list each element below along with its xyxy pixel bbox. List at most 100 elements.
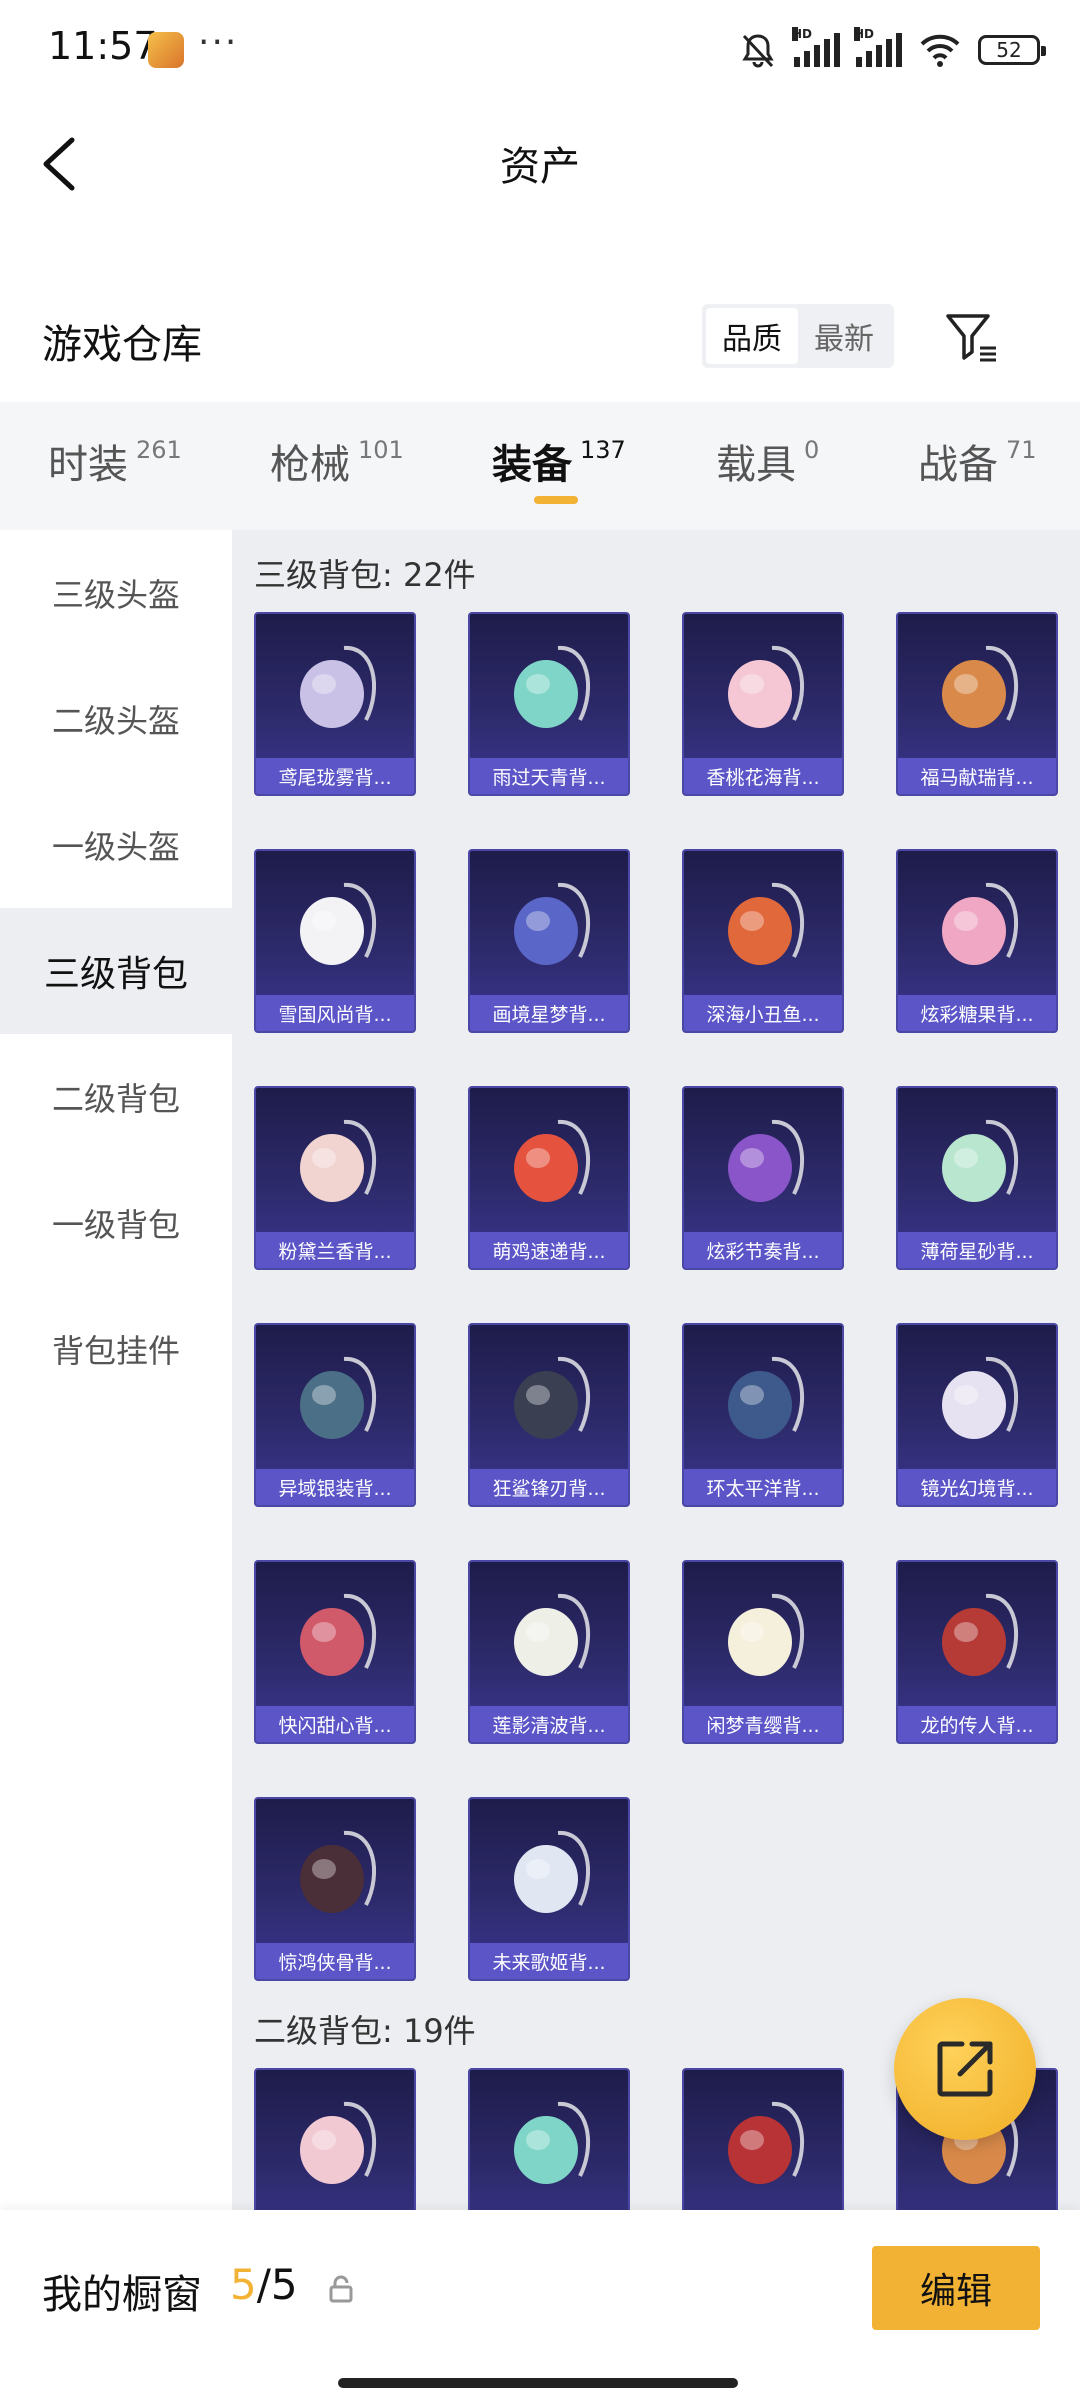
item-name: 莲影清波背... <box>492 1715 606 1737</box>
section-title-level2-backpack: 二级背包: 19件 <box>254 2012 476 2050</box>
backpack-item-card[interactable]: 莲影清波背... <box>468 1560 630 1744</box>
backpack-image-icon <box>300 1356 377 1439</box>
backpack-item-card[interactable]: 画境星梦背... <box>468 849 630 1033</box>
backpack-item-card[interactable] <box>468 2068 630 2210</box>
backpack-image-icon <box>942 1593 1019 1676</box>
backpack-image-icon <box>514 1830 591 1913</box>
share-float-button[interactable] <box>894 1998 1036 2140</box>
item-name: 快闪甜心背... <box>278 1715 392 1737</box>
backpack-image-icon <box>300 882 377 965</box>
sidebar-item-level2-helmet[interactable]: 二级头盔 <box>0 656 232 782</box>
item-name: 福马献瑞背... <box>920 767 1034 789</box>
backpack-item-card[interactable]: 薄荷星砂背... <box>896 1086 1058 1270</box>
backpack-image-icon <box>300 1119 377 1202</box>
backpack-item-card[interactable]: 粉黛兰香背... <box>254 1086 416 1270</box>
backpack-item-card[interactable]: 狂鲨锋刃背... <box>468 1323 630 1507</box>
sidebar-item-level1-helmet[interactable]: 一级头盔 <box>0 782 232 908</box>
backpack-item-card[interactable]: 未来歌姬背... <box>468 1797 630 1981</box>
backpack-image-icon <box>942 1119 1019 1202</box>
item-name: 粉黛兰香背... <box>278 1241 392 1263</box>
showcase-count: 5/5 <box>230 2260 298 2309</box>
backpack-image-icon <box>514 882 591 965</box>
backpack-item-card[interactable]: 惊鸿侠骨背... <box>254 1797 416 1981</box>
backpack-item-card[interactable]: 福马献瑞背... <box>896 612 1058 796</box>
item-name: 炫彩节奏背... <box>706 1241 820 1263</box>
sidebar-item-level1-backpack[interactable]: 一级背包 <box>0 1160 232 1286</box>
warehouse-title: 游戏仓库 <box>42 322 202 368</box>
backpack-item-card[interactable]: 龙的传人背... <box>896 1560 1058 1744</box>
tab-label: 载具 <box>716 442 796 488</box>
showcase-bar: 我的橱窗 5/5 编辑 <box>0 2210 1080 2400</box>
backpack-item-card[interactable] <box>682 2068 844 2210</box>
backpack-item-card[interactable]: 深海小丑鱼... <box>682 849 844 1033</box>
tab-firearms[interactable]: 枪械 101 <box>270 432 404 490</box>
backpack-image-icon <box>514 645 591 728</box>
backpack-item-card[interactable]: 萌鸡速递背... <box>468 1086 630 1270</box>
backpack-image-icon <box>514 1593 591 1676</box>
item-name: 未来歌姬背... <box>492 1952 606 1974</box>
tab-war-gear[interactable]: 战备 71 <box>918 432 1037 490</box>
tab-equipment[interactable]: 装备 137 <box>492 432 626 490</box>
backpack-item-card[interactable]: 异域银装背... <box>254 1323 416 1507</box>
backpack-item-card[interactable]: 快闪甜心背... <box>254 1560 416 1744</box>
subcategory-sidebar: 三级头盔 二级头盔 一级头盔 三级背包 二级背包 一级背包 背包挂件 <box>0 530 232 2210</box>
signal-1-icon: HD <box>792 27 840 67</box>
item-name: 闲梦青缨背... <box>706 1715 820 1737</box>
item-name: 萌鸡速递背... <box>492 1241 606 1263</box>
tab-count: 137 <box>580 436 626 464</box>
backpack-item-card[interactable]: 鸢尾珑雾背... <box>254 612 416 796</box>
sort-by-quality-button[interactable]: 品质 <box>706 308 798 364</box>
sort-by-newest-button[interactable]: 最新 <box>798 308 890 364</box>
backpack-item-card[interactable] <box>254 2068 416 2210</box>
sidebar-item-backpack-charm[interactable]: 背包挂件 <box>0 1286 232 1412</box>
showcase-total: /5 <box>256 2260 298 2309</box>
status-bar: 11:57 ··· HD HD 52 <box>0 0 1080 96</box>
external-link-icon <box>937 2041 993 2097</box>
item-name: 画境星梦背... <box>492 1004 606 1026</box>
home-indicator <box>338 2378 738 2388</box>
tab-vehicles[interactable]: 载具 0 <box>716 432 819 490</box>
item-name: 镜光幻境背... <box>920 1478 1034 1500</box>
filter-icon[interactable] <box>944 310 1000 366</box>
item-name: 龙的传人背... <box>920 1715 1034 1737</box>
item-name: 雨过天青背... <box>492 767 606 789</box>
edit-button[interactable]: 编辑 <box>872 2246 1040 2330</box>
item-name: 鸢尾珑雾背... <box>278 767 392 789</box>
backpack-item-card[interactable]: 环太平洋背... <box>682 1323 844 1507</box>
backpack-image-icon <box>300 2101 377 2184</box>
lock-icon <box>329 2275 353 2303</box>
status-time: 11:57 <box>48 24 158 68</box>
tab-count: 0 <box>804 436 820 464</box>
tab-count: 71 <box>1006 436 1037 464</box>
item-grid-area: 三级背包: 22件 二级背包: 19件 鸢尾珑雾背... 雨过天青背... 香桃花海… <box>232 530 1080 2210</box>
item-name: 狂鲨锋刃背... <box>492 1478 606 1500</box>
page-title: 资产 <box>500 144 580 190</box>
backpack-item-card[interactable]: 炫彩节奏背... <box>682 1086 844 1270</box>
section-title-level3-backpack: 三级背包: 22件 <box>254 556 476 594</box>
item-name: 雪国风尚背... <box>278 1004 392 1026</box>
backpack-image-icon <box>300 1830 377 1913</box>
showcase-current: 5 <box>230 2260 257 2309</box>
sidebar-item-level3-backpack[interactable]: 三级背包 <box>0 908 232 1034</box>
backpack-item-card[interactable]: 香桃花海背... <box>682 612 844 796</box>
backpack-item-card[interactable]: 雪国风尚背... <box>254 849 416 1033</box>
tab-count: 261 <box>136 436 182 464</box>
backpack-image-icon <box>728 2101 805 2184</box>
category-tabs: 时装 261 枪械 101 装备 137 载具 0 战备 71 <box>0 402 1080 530</box>
backpack-item-card[interactable]: 闲梦青缨背... <box>682 1560 844 1744</box>
more-notifications-icon: ··· <box>198 22 239 63</box>
item-name: 薄荷星砂背... <box>920 1241 1034 1263</box>
backpack-item-card[interactable]: 炫彩糖果背... <box>896 849 1058 1033</box>
tab-fashion[interactable]: 时装 261 <box>48 432 182 490</box>
mute-bell-icon <box>742 34 774 68</box>
backpack-item-card[interactable]: 雨过天青背... <box>468 612 630 796</box>
sidebar-item-level2-backpack[interactable]: 二级背包 <box>0 1034 232 1160</box>
tab-label: 装备 <box>492 442 572 488</box>
backpack-image-icon <box>300 645 377 728</box>
wifi-icon <box>920 34 960 67</box>
backpack-item-card[interactable]: 镜光幻境背... <box>896 1323 1058 1507</box>
item-name: 惊鸿侠骨背... <box>278 1952 392 1974</box>
item-name: 异域银装背... <box>278 1478 392 1500</box>
battery-icon: 52 <box>978 35 1046 65</box>
sidebar-item-level3-helmet[interactable]: 三级头盔 <box>0 530 232 656</box>
